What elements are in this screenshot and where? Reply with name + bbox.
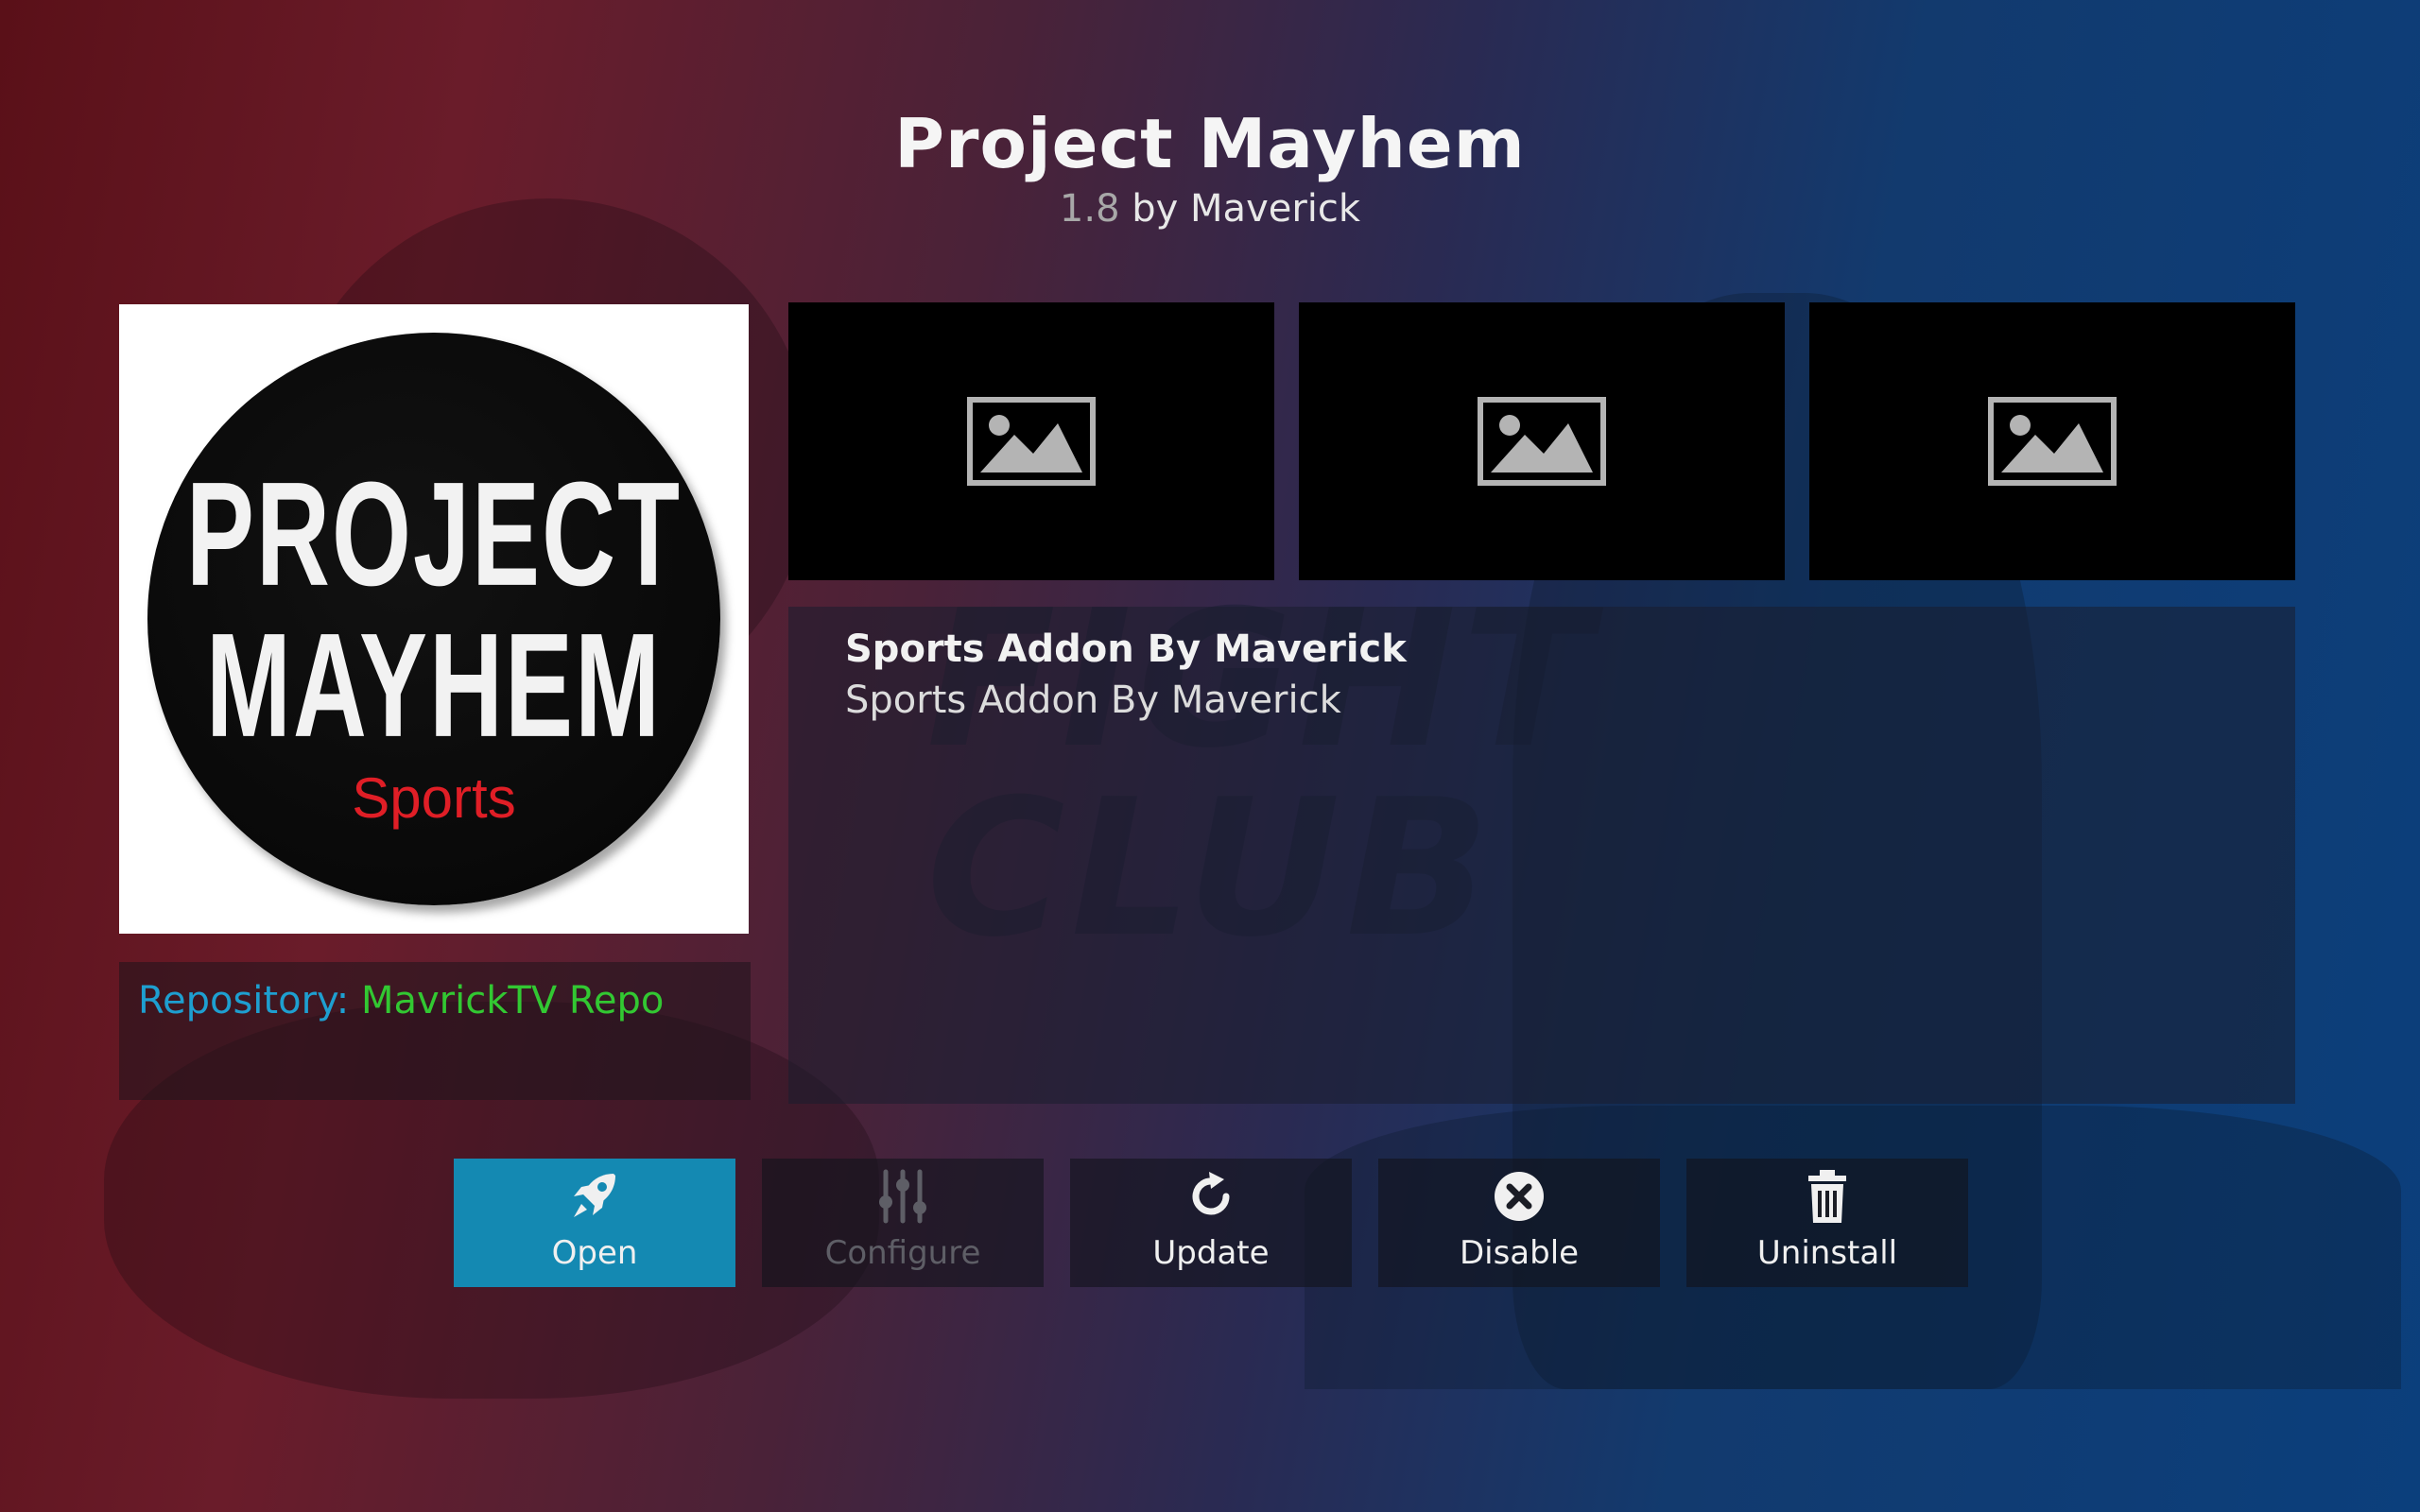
open-button[interactable]: Open [454, 1159, 735, 1287]
description-summary: Sports Addon By Maverick [845, 627, 1407, 671]
disable-button[interactable]: Disable [1378, 1159, 1660, 1287]
repository-info: Repository: MavrickTV Repo [119, 962, 751, 1100]
image-placeholder-icon [1988, 397, 2117, 486]
addon-version: 1.8 [1059, 187, 1120, 231]
rocket-icon [574, 1174, 615, 1217]
disable-button-label: Disable [1459, 1234, 1580, 1272]
screenshot-thumbnail-1[interactable] [788, 302, 1274, 580]
x-circle-icon [1495, 1172, 1544, 1221]
update-button[interactable]: Update [1070, 1159, 1352, 1287]
screenshot-thumbnail-3[interactable] [1809, 302, 2295, 580]
description-text: Sports Addon By Maverick [845, 679, 1341, 722]
repository-label: Repository: [138, 979, 350, 1022]
uninstall-button[interactable]: Uninstall [1686, 1159, 1968, 1287]
sliders-icon [879, 1169, 926, 1224]
description-panel[interactable]: Sports Addon By Maverick Sports Addon By… [788, 607, 2295, 1104]
addon-icon-text-line3: Sports [352, 766, 516, 830]
addon-icon: PROJECT MAYHEM Sports [119, 304, 749, 934]
image-placeholder-icon [967, 397, 1096, 486]
addon-author: by Maverick [1132, 187, 1361, 231]
configure-button[interactable]: Configure [762, 1159, 1044, 1287]
addon-icon-text-line1: PROJECT [185, 450, 683, 617]
repository-line: Repository: MavrickTV Repo [138, 979, 664, 1022]
repository-name: MavrickTV Repo [360, 979, 665, 1022]
update-button-label: Update [1152, 1234, 1270, 1272]
addon-info-screen: FIGHTCLUB Project Mayhem 1.8 by Maverick… [0, 0, 2420, 1512]
configure-button-label: Configure [824, 1234, 981, 1272]
uninstall-button-label: Uninstall [1756, 1234, 1898, 1272]
addon-subtitle: 1.8 by Maverick [0, 187, 2420, 231]
trash-icon [1808, 1170, 1846, 1223]
open-button-label: Open [551, 1234, 638, 1272]
addon-title: Project Mayhem [894, 104, 1526, 183]
refresh-icon [1192, 1172, 1230, 1215]
addon-icon-text-line2: MAYHEM [205, 601, 663, 768]
screenshot-thumbnail-2[interactable] [1299, 302, 1785, 580]
image-placeholder-icon [1478, 397, 1606, 486]
